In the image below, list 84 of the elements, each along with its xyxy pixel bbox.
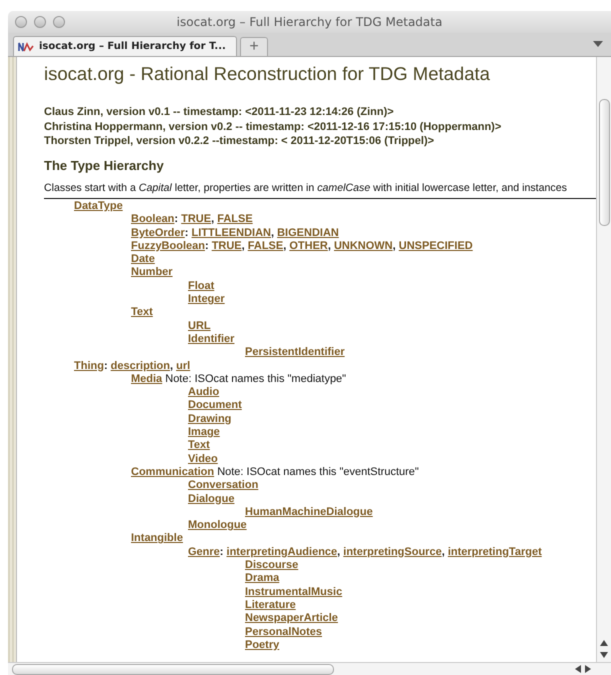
scroll-down-icon[interactable] [600,652,608,658]
page-heading: isocat.org - Rational Reconstruction for TDG Metadata [44,63,491,85]
class-link[interactable]: Drama [245,572,280,584]
zoom-button[interactable] [53,16,65,28]
note-text: Note: ISOcat names this "mediatype" [165,372,346,385]
class-link[interactable]: Boolean [131,213,174,226]
property-link[interactable]: FALSE [217,213,253,226]
version-line: Thorsten Trippel, version v0.2.2 --timestamp: < 2011-12-20T15:06 (Trippel)> [44,134,436,148]
class-link[interactable]: HumanMachineDialogue [245,506,373,518]
class-link[interactable]: Discourse [245,559,298,572]
separator-text: , [283,240,286,252]
class-link[interactable]: Literature [245,598,296,611]
property-link[interactable]: description [110,360,170,372]
separator-text: , [270,226,274,239]
scroll-up-icon[interactable] [600,640,608,646]
note-text: Note: ISOcat names this "eventStructure" [217,466,419,478]
favicon-icon [18,42,34,52]
class-link[interactable]: Drawing [188,412,232,425]
class-link[interactable]: Identifier [188,332,234,345]
scroll-thumb[interactable] [598,99,610,226]
minimize-button[interactable] [34,16,46,28]
new-tab-button[interactable]: + [240,37,268,56]
property-link[interactable]: FALSE [248,240,284,252]
class-link[interactable]: Media [131,372,162,385]
separator-text: : [204,240,209,252]
property-link[interactable]: UNKNOWN [334,240,393,252]
property-link[interactable]: UNSPECIFIED [398,240,473,252]
property-link[interactable]: TRUE [181,213,212,226]
class-link[interactable]: FuzzyBoolean [131,240,205,252]
class-link[interactable]: Intangible [131,532,183,544]
separator-text: , [211,213,214,226]
class-link[interactable]: Date [131,253,155,266]
class-link[interactable]: Image [188,426,220,438]
class-link[interactable]: DataType [74,200,123,212]
property-link[interactable]: interpretingSource [343,546,442,558]
scroll-thumb[interactable] [12,664,334,674]
property-link[interactable]: interpretingTarget [448,546,542,558]
version-line: Claus Zinn, version v0.1 -- timestamp: <2011-11-23 12:14:26 (Zinn)> [44,105,395,120]
class-link[interactable]: PersonalNotes [245,626,322,638]
class-link[interactable]: Float [188,280,214,292]
property-link[interactable]: BIGENDIAN [277,226,339,239]
browser-tab[interactable]: isocat.org – Full Hierarchy for T... [13,36,237,56]
class-link[interactable]: URL [188,320,211,332]
class-link[interactable]: Poetry [245,638,280,651]
class-link[interactable]: ByteOrder [131,226,185,239]
class-link[interactable]: Document [188,399,242,412]
separator-text: : [104,360,108,372]
section-heading: The Type Hierarchy [44,158,165,172]
window-title: isocat.org – Full Hierarchy for TDG Metadata [176,15,442,29]
class-link[interactable]: NewspaperArticle [245,612,338,624]
separator-text: : [184,226,188,239]
class-link[interactable]: Thing [74,360,104,372]
class-link[interactable]: Audio [188,386,220,398]
separator-text: , [392,240,396,252]
class-link[interactable]: Dialogue [188,492,234,505]
class-link[interactable]: Communication [131,466,214,478]
intro-paragraph: Classes start with a Capital letter, properties are written in camelCase with initial lowercase letter, and instances [44,182,568,194]
separator-text: , [337,546,340,558]
scroll-right-icon[interactable] [585,665,591,673]
property-link[interactable]: OTHER [289,240,328,252]
class-link[interactable]: Monologue [188,519,247,532]
class-link[interactable]: Video [188,452,218,465]
class-link[interactable]: Integer [188,293,225,306]
property-link[interactable]: TRUE [212,240,242,252]
class-link[interactable]: Conversation [188,479,258,492]
separator-text: , [442,546,445,558]
class-link[interactable]: Genre [188,546,220,558]
property-link[interactable]: url [176,360,190,372]
class-link[interactable]: PersistentIdentifier [245,346,345,358]
class-link[interactable]: Text [188,439,210,452]
property-link[interactable]: LITTLEENDIAN [192,226,271,239]
close-button[interactable] [15,16,27,28]
separator-text: : [220,546,224,558]
property-link[interactable]: interpretingAudience [226,546,338,558]
version-line: Christina Hoppermann, version v0.2 -- timestamp: <2011-12-16 17:15:10 (Hoppermann)> [44,120,502,134]
scroll-left-icon[interactable] [575,665,581,673]
separator-text: , [242,240,245,252]
class-link[interactable]: InstrumentalMusic [245,586,342,598]
class-link[interactable]: Number [131,266,173,278]
tab-list-caret-icon[interactable] [593,41,603,47]
class-link[interactable]: Text [131,306,153,318]
separator-text: : [174,213,178,226]
separator-text: , [170,360,174,372]
separator-text: , [328,240,331,252]
